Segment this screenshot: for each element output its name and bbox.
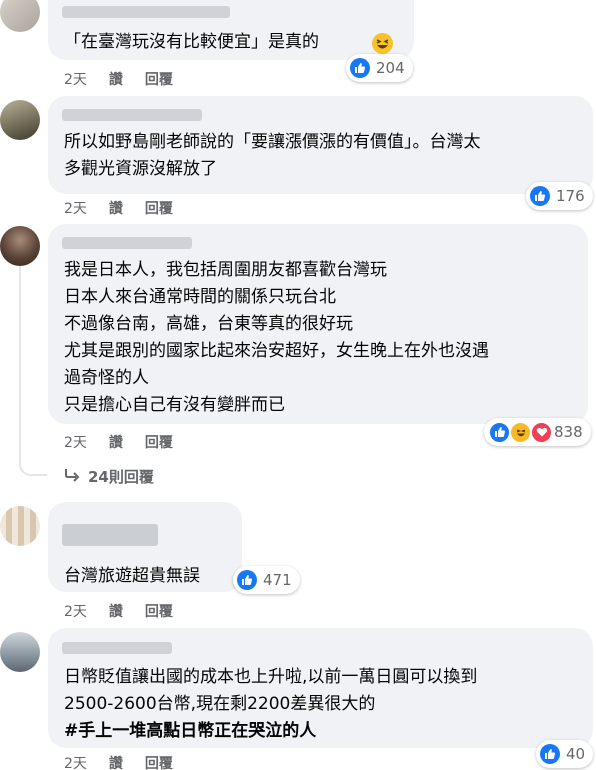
comment-text-line: 不過像台南，高雄，台東等真的很好玩 [64,314,353,334]
comment-text-line: 過奇怪的人 [64,368,149,388]
reply-arrow-icon [64,468,80,486]
timestamp[interactable]: 2天 [64,198,87,218]
like-button[interactable]: 讚 [109,753,123,770]
thread-curve [19,452,47,476]
author-name[interactable] [62,6,230,18]
comment-text-line: 日本人來台通常時間的關係只玩台北 [64,287,336,307]
thread-line [19,266,21,462]
reaction-summary[interactable]: 204 [346,54,413,82]
view-replies-button[interactable]: 24則回覆 [64,466,154,487]
comment-text-line: 2500-2600台幣,現在剩2200差異很大的 [64,694,376,714]
avatar[interactable] [0,0,40,32]
comment-actions: 2天 讚 回覆 [64,432,173,452]
reaction-count: 176 [556,187,585,205]
reaction-count: 838 [554,423,583,441]
comment-text-line: 日幣貶值讓出國的成本也上升啦,以前一萬日圓可以換到 [64,667,478,687]
reaction-count: 204 [376,59,405,77]
timestamp[interactable]: 2天 [64,69,87,89]
author-name[interactable] [62,237,192,249]
like-reaction-icon [237,570,257,590]
comment-text-line: 我是日本人，我包括周圍朋友都喜歡台灣玩 [64,260,387,280]
comment-text-line: 「在臺灣玩沒有比較便宜」是真的 [64,32,319,52]
timestamp[interactable]: 2天 [64,753,87,770]
reaction-summary[interactable]: 40 [536,740,594,768]
like-button[interactable]: 讚 [109,69,123,89]
reply-button[interactable]: 回覆 [145,753,173,770]
reaction-count: 471 [263,571,292,589]
avatar[interactable] [0,100,40,140]
comment-text-line: 台灣旅遊超貴無誤 [64,566,200,586]
comment-actions: 2天 讚 回覆 [64,601,173,621]
like-reaction-icon [350,58,370,78]
reaction-count: 40 [566,745,586,763]
author-name[interactable] [62,524,158,546]
comment-text-line: 所以如野島剛老師說的「要讓漲價漲的有價值」。台灣太 [64,132,481,152]
like-button[interactable]: 讚 [109,432,123,452]
timestamp[interactable]: 2天 [64,432,87,452]
like-reaction-icon [530,186,550,206]
reply-button[interactable]: 回覆 [145,601,173,621]
love-reaction-icon [530,420,553,444]
haha-reaction-icon [509,420,532,444]
replies-count-label: 24則回覆 [88,468,154,486]
comment-actions: 2天 讚 回覆 [64,198,173,218]
reaction-summary[interactable]: 471 [233,566,300,594]
comment-text-line: 尤其是跟別的國家比起來治安超好，女生晚上在外也沒遇 [64,341,489,361]
avatar[interactable] [0,226,40,266]
like-button[interactable]: 讚 [109,198,123,218]
timestamp[interactable]: 2天 [64,601,87,621]
like-reaction-icon [540,744,560,764]
author-name[interactable] [62,642,172,654]
reply-button[interactable]: 回覆 [145,198,173,218]
reply-button[interactable]: 回覆 [145,69,173,89]
reaction-summary[interactable]: 838 [484,418,591,446]
comment-text-line: 多觀光資源沒解放了 [64,159,217,179]
reply-button[interactable]: 回覆 [145,432,173,452]
comment-actions: 2天 讚 回覆 [64,753,173,770]
hashtag-link[interactable]: #手上一堆高點日幣正在哭泣的人 [64,718,316,745]
avatar[interactable] [0,506,40,546]
comment-actions: 2天 讚 回覆 [64,69,173,89]
author-name[interactable] [62,109,202,121]
avatar[interactable] [0,632,40,672]
like-reaction-icon [488,420,511,444]
grin-squint-emoji-icon [372,33,393,54]
reaction-summary[interactable]: 176 [526,182,593,210]
comment-text-line: 只是擔心自己有沒有變胖而已 [64,395,285,415]
like-button[interactable]: 讚 [109,601,123,621]
